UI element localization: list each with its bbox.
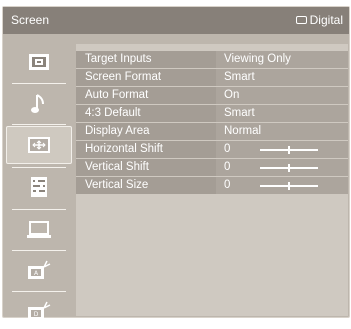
setting-row-target-inputs[interactable]: Target Inputs Viewing Only (76, 51, 348, 68)
setting-value: On (216, 87, 348, 104)
setting-value: 0 (224, 143, 231, 155)
input-d-badge: D (34, 311, 39, 318)
setting-value-cell: 0 (216, 159, 348, 176)
sidebar-divider (12, 291, 66, 292)
setting-row-4-3-default[interactable]: 4:3 Default Smart (76, 105, 348, 122)
picture-icon (29, 54, 49, 70)
setting-label: Target Inputs (76, 51, 216, 68)
screen-settings-panel: Target Inputs Viewing Only Screen Format… (76, 44, 348, 316)
sidebar-item-screen[interactable] (6, 126, 72, 164)
input-source-label: Digital (309, 13, 343, 27)
category-sidebar: A D (6, 40, 72, 320)
setting-value: Normal (216, 123, 348, 140)
setting-label: Vertical Size (76, 177, 216, 194)
setting-value: 0 (224, 161, 231, 173)
slider-knob[interactable] (288, 164, 290, 172)
slider-knob[interactable] (288, 182, 290, 190)
setting-value: 0 (224, 179, 231, 191)
sidebar-item-digital-input[interactable]: D (6, 293, 72, 329)
setting-label: Display Area (76, 123, 216, 140)
sidebar-divider (12, 83, 66, 84)
input-source-indicator: Digital (295, 13, 343, 27)
screen-icon (28, 137, 50, 153)
sidebar-divider (12, 167, 66, 168)
vertical-size-slider[interactable] (260, 182, 318, 190)
input-a-icon: A (28, 260, 51, 279)
sidebar-item-setup[interactable] (6, 169, 72, 205)
setting-row-screen-format[interactable]: Screen Format Smart (76, 69, 348, 86)
setting-label: Screen Format (76, 69, 216, 86)
sidebar-item-analog-input[interactable]: A (6, 252, 72, 288)
setting-row-auto-format[interactable]: Auto Format On (76, 87, 348, 104)
setting-label: Auto Format (76, 87, 216, 104)
sidebar-item-pc-settings[interactable] (6, 212, 72, 248)
setting-value: Smart (216, 69, 348, 86)
setting-value: Viewing Only (216, 51, 348, 68)
setting-row-display-area[interactable]: Display Area Normal (76, 123, 348, 140)
setting-value-cell: 0 (216, 177, 348, 194)
tv-source-icon (295, 16, 307, 24)
setting-value-cell: 0 (216, 141, 348, 158)
setting-row-vertical-shift[interactable]: Vertical Shift 0 (76, 159, 348, 176)
setting-value: Smart (216, 105, 348, 122)
setting-row-vertical-size[interactable]: Vertical Size 0 (76, 177, 348, 194)
settings-window: Screen Digital A D Target Inputs Viewing… (2, 6, 350, 320)
setting-label: 4:3 Default (76, 105, 216, 122)
menu-header: Screen Digital (3, 7, 349, 34)
pc-display-icon (27, 221, 51, 238)
vertical-shift-slider[interactable] (260, 164, 318, 172)
sidebar-divider (12, 209, 66, 210)
setup-list-icon (31, 177, 47, 197)
sidebar-divider (12, 124, 66, 125)
sidebar-item-picture[interactable] (6, 44, 72, 80)
sidebar-item-sound[interactable] (6, 86, 72, 122)
setting-label: Horizontal Shift (76, 141, 216, 158)
slider-knob[interactable] (288, 146, 290, 154)
menu-title: Screen (11, 13, 50, 27)
horizontal-shift-slider[interactable] (260, 146, 318, 154)
setting-label: Vertical Shift (76, 159, 216, 176)
sidebar-divider (12, 250, 66, 251)
setting-row-horizontal-shift[interactable]: Horizontal Shift 0 (76, 141, 348, 158)
music-note-icon (31, 94, 44, 113)
